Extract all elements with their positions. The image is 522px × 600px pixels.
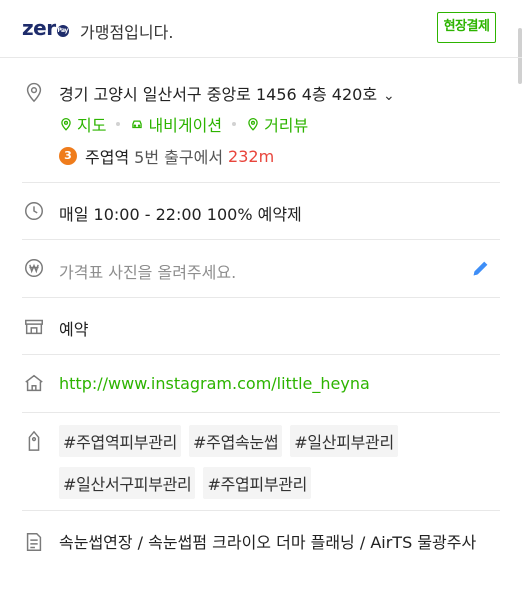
navigation-link[interactable]: 내비게이션 — [130, 112, 222, 136]
section-divider — [22, 354, 500, 355]
keyword-tags: #주엽역피부관리 #주엽속눈썹 #일산피부관리 #일산서구피부관리 #주엽피부관… — [59, 425, 499, 499]
keyword-tag[interactable]: #일산피부관리 — [290, 425, 398, 457]
section-divider — [22, 510, 500, 511]
zeropay-logo: zer Pay — [22, 16, 69, 40]
separator-dot — [232, 122, 237, 126]
address-line[interactable]: 경기 고양시 일산서구 중앙로 1456 4층 420호 ⌄ — [59, 81, 395, 105]
business-description: 속눈썹연장 / 속눈썹펌 크라이오 더마 플래닝 / AirTS 물광주사 — [59, 533, 477, 552]
car-icon — [132, 120, 143, 129]
street-view-link[interactable]: 거리뷰 — [246, 112, 308, 136]
chevron-down-icon[interactable]: ⌄ — [383, 88, 395, 104]
keyword-tag[interactable]: #주엽피부관리 — [203, 467, 312, 499]
pencil-icon[interactable] — [470, 257, 492, 279]
section-divider — [22, 412, 500, 413]
pin-outline-icon — [61, 118, 71, 131]
merchant-notice: 가맹점입니다. — [80, 23, 174, 42]
homepage-link[interactable]: http://www.instagram.com/little_heyna — [59, 374, 370, 393]
address-links: 지도 내비게이션 거리뷰 — [59, 112, 308, 136]
pin-outline-icon — [248, 118, 258, 131]
keyword-tag[interactable]: #일산서구피부관리 — [59, 467, 196, 499]
keyword-tag[interactable]: #주엽속눈썹 — [189, 425, 283, 457]
location-pin-icon — [22, 80, 46, 104]
scrollbar[interactable] — [518, 28, 522, 84]
section-divider — [22, 297, 500, 298]
booking-label[interactable]: 예약 — [59, 316, 88, 340]
store-icon — [22, 314, 46, 338]
station-name: 주엽역 — [85, 148, 130, 167]
subway-line-badge: 3 — [59, 147, 77, 165]
home-icon — [22, 371, 46, 395]
separator-dot — [116, 122, 121, 126]
zeropay-bar: zer Pay 가맹점입니다. 현장결제 — [0, 0, 522, 56]
address-text: 경기 고양시 일산서구 중앙로 1456 4층 420호 — [59, 85, 378, 104]
document-icon — [22, 530, 46, 554]
tag-icon — [22, 429, 46, 453]
exit-text: 5번 출구에서 — [134, 148, 224, 167]
distance: 232m — [228, 146, 275, 166]
subway-info: 3 주엽역 5번 출구에서 232m — [59, 144, 274, 168]
clock-icon — [22, 199, 46, 223]
section-divider — [22, 182, 500, 183]
zeropay-pay-mark: Pay — [56, 25, 69, 37]
price-photo-placeholder[interactable]: 가격표 사진을 올려주세요. — [59, 259, 236, 283]
won-icon — [22, 256, 46, 280]
business-hours[interactable]: 매일 10:00 - 22:00 100% 예약제 — [59, 201, 302, 225]
keyword-tag[interactable]: #주엽역피부관리 — [59, 425, 182, 457]
onsite-payment-badge: 현장결제 — [437, 12, 496, 43]
section-divider — [22, 239, 500, 240]
header-divider — [0, 57, 522, 58]
map-link[interactable]: 지도 — [59, 112, 106, 136]
